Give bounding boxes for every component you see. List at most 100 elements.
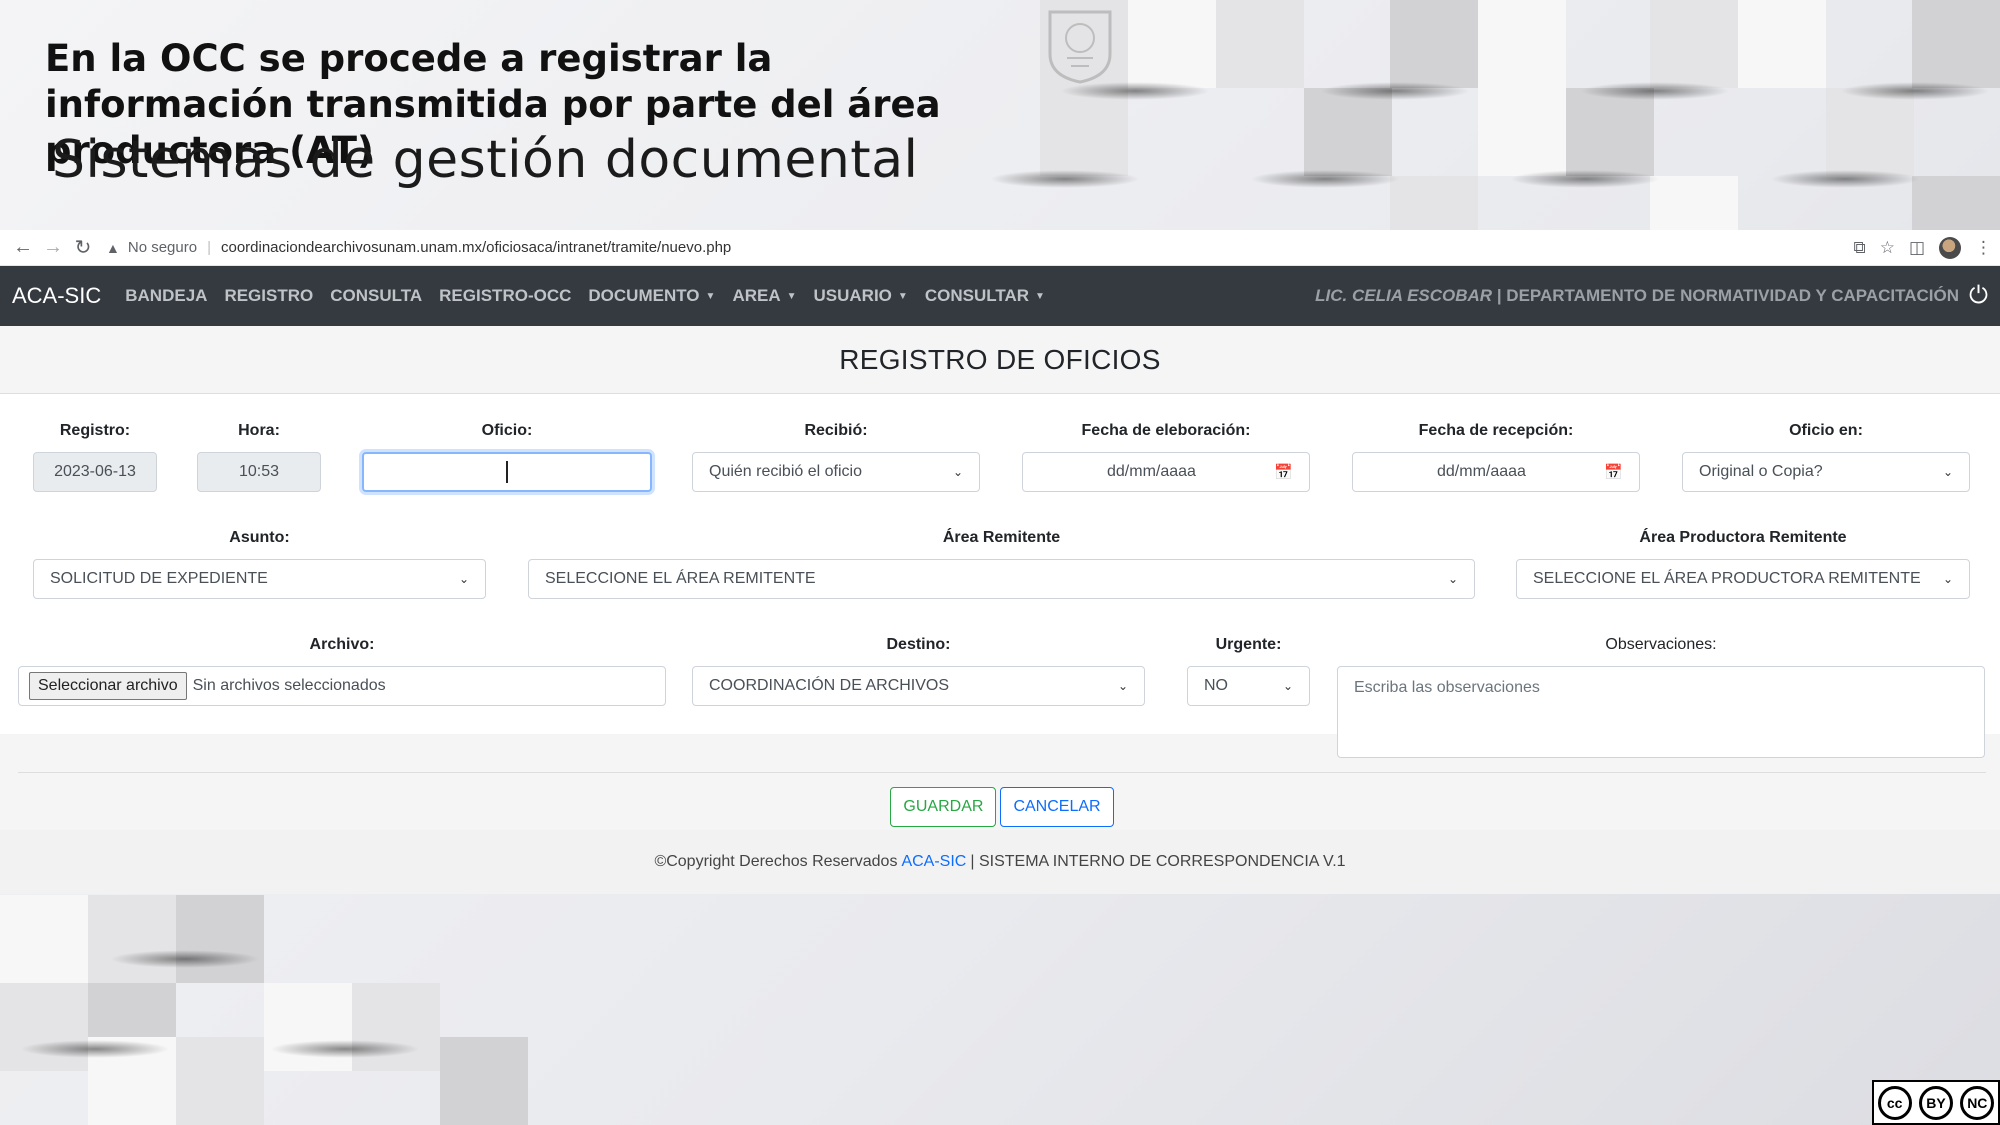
fecha-recepcion-value: dd/mm/aaaa: [1437, 463, 1526, 480]
bg-shadow: [1770, 170, 1920, 188]
browser-toolbar: ← → ↻ ▲ No seguro | coordinaciondearchiv…: [0, 230, 2000, 266]
bg-tile: [1478, 0, 1566, 88]
asunto-select[interactable]: SOLICITUD DE EXPEDIENTE ⌄: [33, 559, 486, 599]
user-name: LIC. CELIA ESCOBAR: [1315, 286, 1493, 305]
registro-label: Registro:: [59, 422, 131, 439]
area-remitente-label: Área Remitente: [942, 529, 1061, 546]
kebab-menu-icon[interactable]: ⋮: [1975, 238, 1992, 258]
bg-shadow: [1060, 82, 1210, 100]
caret-down-icon: ▼: [897, 291, 908, 303]
recibio-label: Recibió:: [804, 422, 868, 439]
area-remitente-select[interactable]: SELECCIONE EL ÁREA REMITENTE ⌄: [528, 559, 1475, 599]
oficio-en-label: Oficio en:: [1789, 422, 1863, 439]
address-bar[interactable]: ▲ No seguro | coordinaciondearchivosunam…: [106, 234, 731, 262]
bg-shadow: [1250, 170, 1400, 188]
text-cursor: [506, 461, 508, 483]
hora-input: 10:53: [197, 452, 321, 492]
nav-label: REGISTRO: [224, 286, 314, 305]
nav-item-registro-occ[interactable]: REGISTRO-OCC: [439, 286, 571, 306]
calendar-icon[interactable]: 📅: [1604, 463, 1623, 481]
observaciones-textarea[interactable]: Escriba las observaciones: [1337, 666, 1985, 758]
nav-label: CONSULTAR: [924, 286, 1030, 305]
archivo-input[interactable]: Seleccionar archivo Sin archivos selecci…: [18, 666, 666, 706]
bg-shadow: [110, 950, 260, 968]
area-productora-label: Área Productora Remitente: [1639, 529, 1847, 546]
calendar-icon[interactable]: 📅: [1274, 463, 1293, 481]
back-arrow-icon[interactable]: ←: [8, 233, 38, 263]
browser-actions: ⧉ ☆ ◫ ⋮: [1854, 236, 1992, 259]
security-label: No seguro: [127, 239, 198, 256]
urgente-select[interactable]: NO ⌄: [1187, 666, 1310, 706]
bg-tile: [1738, 0, 1826, 88]
browser-window: ← → ↻ ▲ No seguro | coordinaciondearchiv…: [0, 230, 2000, 860]
bg-tile: [1650, 0, 1738, 88]
user-info: LIC. CELIA ESCOBAR | DEPARTAMENTO DE NOR…: [1315, 286, 1959, 306]
address-separator: |: [207, 239, 211, 256]
chevron-down-icon: ⌄: [1942, 572, 1953, 586]
bg-tile: [1040, 88, 1128, 176]
forward-arrow-icon[interactable]: →: [38, 233, 68, 263]
nav-label: REGISTRO-OCC: [439, 286, 572, 305]
page-footer: ©Copyright Derechos Reservados ACA-SIC |…: [0, 830, 2000, 894]
field-area-remitente: Área Remitente SELECCIONE EL ÁREA REMITE…: [528, 529, 1475, 599]
nav-item-consultar[interactable]: CONSULTAR ▼: [925, 286, 1045, 306]
field-hora: Hora: 10:53: [197, 422, 321, 492]
fecha-elaboracion-input[interactable]: dd/mm/aaaa 📅: [1022, 452, 1310, 492]
app-brand[interactable]: ACA-SIC: [12, 283, 101, 309]
cancel-button[interactable]: CANCELAR: [1000, 787, 1114, 827]
footer-link[interactable]: ACA-SIC: [901, 853, 966, 871]
url-text: coordinaciondearchivosunam.unam.mx/ofici…: [220, 239, 732, 256]
power-icon[interactable]: ⏻: [1969, 282, 1988, 310]
fecha-recepcion-input[interactable]: dd/mm/aaaa 📅: [1352, 452, 1640, 492]
oficio-label: Oficio:: [481, 422, 533, 439]
field-registro: Registro: 2023-06-13: [33, 422, 157, 492]
oficio-en-select[interactable]: Original o Copia? ⌄: [1682, 452, 1970, 492]
fecha-recepcion-label: Fecha de recepción:: [1418, 422, 1574, 439]
nav-item-area[interactable]: AREA ▼: [732, 286, 796, 306]
nav-label: CONSULTA: [330, 286, 423, 305]
bg-tile: [1216, 0, 1304, 88]
urgente-label: Urgente:: [1215, 636, 1282, 653]
destino-select[interactable]: COORDINACIÓN DE ARCHIVOS ⌄: [692, 666, 1145, 706]
bg-shadow: [1320, 82, 1470, 100]
nav-item-bandeja[interactable]: BANDEJA: [125, 286, 207, 306]
select-file-button[interactable]: Seleccionar archivo: [29, 672, 187, 700]
nav-item-documento[interactable]: DOCUMENTO ▼: [588, 286, 715, 306]
bg-tile: [1390, 0, 1478, 88]
urgente-value: NO: [1204, 677, 1228, 694]
save-button[interactable]: GUARDAR: [890, 787, 997, 827]
nav-item-usuario[interactable]: USUARIO ▼: [814, 286, 908, 306]
field-area-productora: Área Productora Remitente SELECCIONE EL …: [1516, 529, 1970, 599]
bg-shadow: [1510, 170, 1660, 188]
creative-commons-license-badge: cc BY NC: [1872, 1080, 2000, 1125]
page-header: REGISTRO DE OFICIOS: [0, 326, 2000, 394]
nc-noncommercial-icon: NC: [1960, 1085, 1995, 1120]
side-panel-icon[interactable]: ◫: [1909, 238, 1925, 258]
caret-down-icon: ▼: [786, 291, 797, 303]
oficio-input[interactable]: [362, 452, 652, 492]
bg-tile: [88, 895, 176, 983]
field-asunto: Asunto: SOLICITUD DE EXPEDIENTE ⌄: [33, 529, 486, 599]
footer-copyright: ©Copyright Derechos Reservados: [654, 853, 898, 870]
slide-subtitle: Sistemas de gestión documental: [52, 130, 919, 190]
nav-item-registro[interactable]: REGISTRO: [224, 286, 313, 306]
recibio-select[interactable]: Quién recibió el oficio ⌄: [692, 452, 980, 492]
nav-item-consulta[interactable]: CONSULTA: [330, 286, 422, 306]
field-archivo: Archivo: Seleccionar archivo Sin archivo…: [18, 636, 666, 706]
share-icon[interactable]: ⧉: [1854, 238, 1866, 258]
area-productora-select[interactable]: SELECCIONE EL ÁREA PRODUCTORA REMITENTE ⌄: [1516, 559, 1970, 599]
chevron-down-icon: ⌄: [1282, 679, 1293, 693]
chevron-down-icon: ⌄: [458, 572, 469, 586]
field-recibio: Recibió: Quién recibió el oficio ⌄: [692, 422, 980, 492]
chevron-down-icon: ⌄: [952, 465, 963, 479]
profile-avatar[interactable]: [1939, 236, 1961, 259]
reload-icon[interactable]: ↻: [68, 233, 98, 263]
caret-down-icon: ▼: [1035, 291, 1045, 303]
bg-shadow: [270, 1040, 420, 1058]
area-productora-value: SELECCIONE EL ÁREA PRODUCTORA REMITENTE: [1533, 570, 1921, 587]
bookmark-star-icon[interactable]: ☆: [1880, 238, 1895, 258]
field-fecha-elaboracion: Fecha de eleboración: dd/mm/aaaa 📅: [1022, 422, 1310, 492]
bg-tile: [0, 895, 88, 983]
recibio-value: Quién recibió el oficio: [709, 463, 862, 480]
chevron-down-icon: ⌄: [1942, 465, 1953, 479]
